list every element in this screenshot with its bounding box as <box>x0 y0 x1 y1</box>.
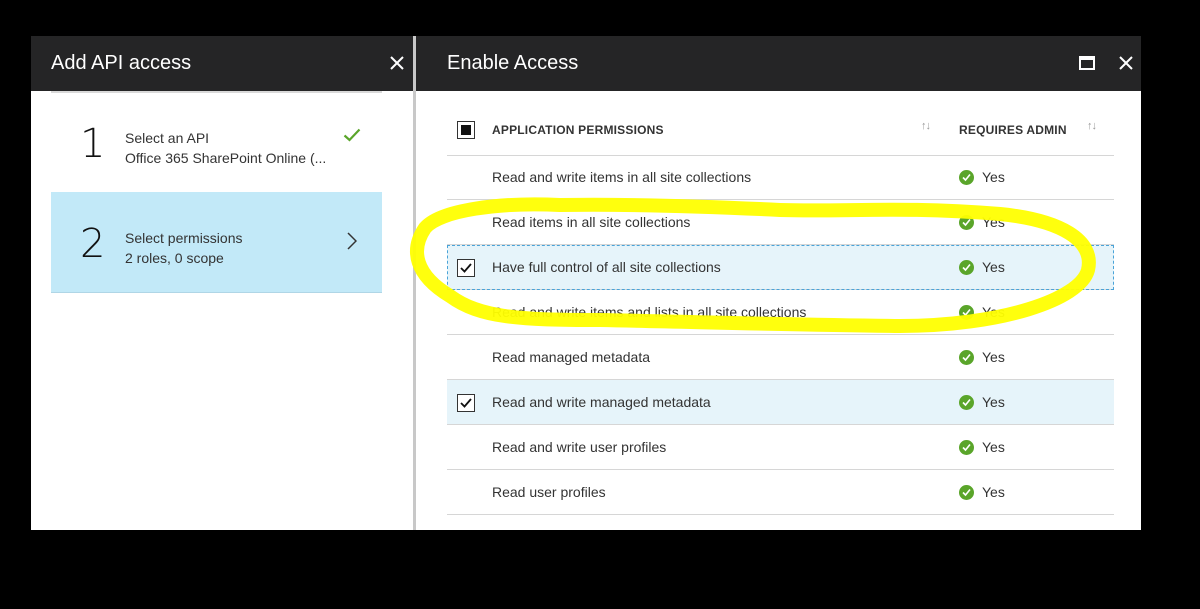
success-check-icon <box>959 170 974 185</box>
close-icon[interactable] <box>382 48 412 78</box>
permission-label: Read user profiles <box>492 484 606 500</box>
maximize-icon[interactable] <box>1072 48 1102 78</box>
permission-label: Have full control of all site collection… <box>492 259 721 275</box>
permission-label: Read managed metadata <box>492 349 650 365</box>
sort-icon[interactable]: ↑↓ <box>921 120 931 132</box>
column-header-requires-admin[interactable]: REQUIRES ADMIN <box>959 123 1067 137</box>
step-select-api[interactable]: 1 Select an API Office 365 SharePoint On… <box>51 92 382 193</box>
sort-icon[interactable]: ↑↓ <box>1087 120 1097 132</box>
success-check-icon <box>959 260 974 275</box>
step-select-permissions[interactable]: 2 Select permissions 2 roles, 0 scope <box>51 192 382 293</box>
table-header: APPLICATION PERMISSIONS ↑↓ REQUIRES ADMI… <box>447 91 1114 156</box>
table-row[interactable]: Read and write user profiles Yes <box>447 425 1114 470</box>
permission-label: Read and write managed metadata <box>492 394 711 410</box>
requires-admin-value: Yes <box>982 484 1005 500</box>
table-row[interactable]: Read managed metadata Yes <box>447 335 1114 380</box>
success-check-icon <box>959 440 974 455</box>
permission-label: Read and write items in all site collect… <box>492 169 752 185</box>
permission-label: Read items in all site collections <box>492 214 691 230</box>
blade-header: Enable Access <box>416 36 1141 91</box>
column-header-permissions[interactable]: APPLICATION PERMISSIONS <box>492 123 664 137</box>
blade-title: Add API access <box>51 52 192 74</box>
success-check-icon <box>959 305 974 320</box>
success-check-icon <box>959 485 974 500</box>
requires-admin-value: Yes <box>982 439 1005 455</box>
select-all-checkbox[interactable] <box>457 121 475 139</box>
blade-header: Add API access <box>31 36 413 91</box>
chevron-right-icon <box>347 232 358 255</box>
table-row[interactable]: Read and write items in all site collect… <box>447 155 1114 200</box>
requires-admin-value: Yes <box>982 259 1005 275</box>
close-icon[interactable] <box>1111 48 1141 78</box>
permission-label: Read and write items and lists in all si… <box>492 304 807 320</box>
table-row[interactable]: Read items in all site collections Yes <box>447 200 1114 245</box>
step-subtitle: 2 roles, 0 scope <box>125 250 224 266</box>
requires-admin-value: Yes <box>982 214 1005 230</box>
checkmark-icon <box>343 128 361 147</box>
success-check-icon <box>959 350 974 365</box>
step-subtitle: Office 365 SharePoint Online (... <box>125 150 327 166</box>
blade-title: Enable Access <box>447 52 579 74</box>
step-number: 2 <box>80 221 106 267</box>
table-row[interactable]: Read user profiles Yes <box>447 470 1114 515</box>
success-check-icon <box>959 395 974 410</box>
step-title: Select permissions <box>125 230 243 246</box>
add-api-access-blade: Add API access 1 Select an API Office 36… <box>31 36 413 530</box>
requires-admin-value: Yes <box>982 394 1005 410</box>
row-checkbox[interactable] <box>457 394 475 412</box>
permission-label: Read and write user profiles <box>492 439 667 455</box>
enable-access-blade: Enable Access APPLICATION PERMISSIONS ↑↓… <box>416 36 1141 530</box>
requires-admin-value: Yes <box>982 304 1005 320</box>
table-row[interactable]: Have full control of all site collection… <box>447 245 1114 290</box>
step-number: 1 <box>80 121 106 167</box>
row-checkbox[interactable] <box>457 259 475 277</box>
table-row[interactable]: Read and write managed metadata Yes <box>447 380 1114 425</box>
success-check-icon <box>959 215 974 230</box>
step-title: Select an API <box>125 130 210 146</box>
requires-admin-value: Yes <box>982 349 1005 365</box>
table-row[interactable]: Read and write items and lists in all si… <box>447 290 1114 335</box>
requires-admin-value: Yes <box>982 169 1005 185</box>
